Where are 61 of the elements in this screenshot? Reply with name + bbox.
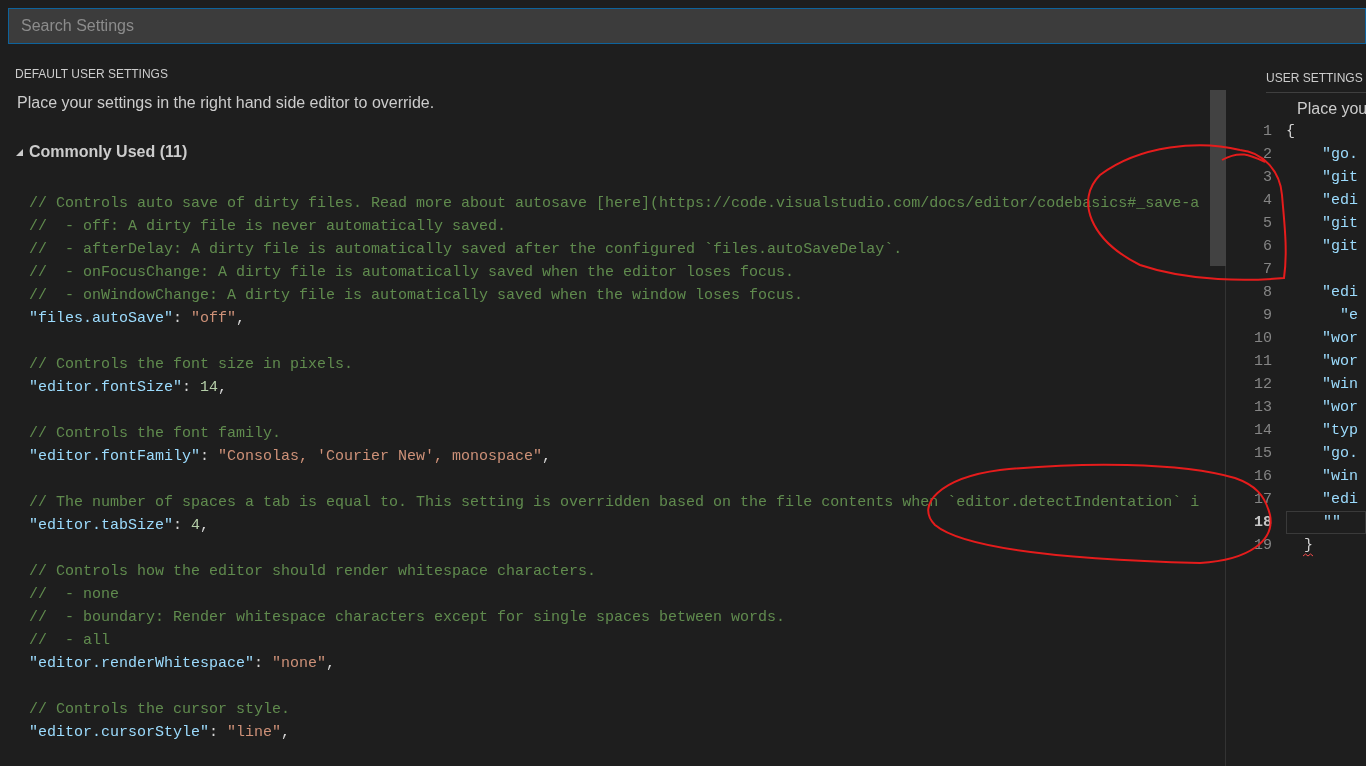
panel-description: Place you [1297, 99, 1366, 119]
line-number: 7 [1262, 260, 1272, 280]
search-field[interactable]: Search Settings [8, 8, 1366, 44]
error-squiggle-icon [1303, 553, 1313, 557]
line-number: 3 [1262, 168, 1272, 188]
editor-line: "edi [1322, 491, 1358, 508]
line-number: 13 [1253, 398, 1272, 418]
editor-line: "wor [1322, 399, 1358, 416]
code-comment: // Controls the font family. [29, 424, 282, 444]
editor-line: "typ [1322, 422, 1358, 439]
line-number: 12 [1253, 375, 1272, 395]
group-header[interactable]: Commonly Used (11) [16, 142, 188, 162]
editor-line: "go. [1322, 445, 1358, 462]
editor-line: "e [1340, 307, 1358, 324]
line-number: 5 [1262, 214, 1272, 234]
line-number: 14 [1253, 421, 1272, 441]
code-comment: // - onFocusChange: A dirty file is automatically saved when the editor loses focus. [29, 263, 795, 283]
code-comment: // - all [29, 631, 110, 651]
setting-line: "editor.fontSize": 14, [29, 378, 228, 398]
panel-title: DEFAULT USER SETTINGS [15, 66, 168, 82]
panel-description: Place your settings in the right hand side editor to override. [17, 93, 435, 113]
editor-line: "git [1322, 238, 1358, 255]
setting-line: "editor.cursorStyle": "line", [29, 723, 291, 743]
line-number: 16 [1253, 467, 1272, 487]
setting-line: "editor.tabSize": 4, [29, 516, 210, 536]
editor-line: } [1304, 537, 1313, 554]
editor-line: "win [1322, 468, 1358, 485]
code-comment: // Controls the font size in pixels. [29, 355, 354, 375]
code-comment: // Controls how the editor should render whitespace characters. [29, 562, 597, 582]
code-comment: // - onWindowChange: A dirty file is automatically saved when the window loses focus. [29, 286, 804, 306]
editor-line: "wor [1322, 330, 1358, 347]
line-number: 2 [1262, 145, 1272, 165]
editor-line: "win [1322, 376, 1358, 393]
editor-line: "git [1322, 169, 1358, 186]
line-number: 8 [1262, 283, 1272, 303]
editor-line: "edi [1322, 284, 1358, 301]
code-comment: // - boundary: Render whitespace characters except for single spaces between words. [29, 608, 786, 628]
expand-triangle-icon [16, 148, 23, 156]
editor-line: "go. [1322, 146, 1358, 163]
line-number: 4 [1262, 191, 1272, 211]
editor-line: "wor [1322, 353, 1358, 370]
line-number: 10 [1253, 329, 1272, 349]
panel-title: USER SETTINGS [1266, 70, 1363, 86]
code-comment: // - afterDelay: A dirty file is automatically saved after the configured `files.autoSaveDelay`. [29, 240, 903, 260]
line-number: 1 [1262, 122, 1272, 142]
code-comment: // - none [29, 585, 119, 605]
scrollbar-thumb[interactable] [1210, 90, 1226, 266]
line-number: 11 [1253, 352, 1272, 372]
line-number: 15 [1253, 444, 1272, 464]
editor-line: { [1286, 123, 1295, 140]
search-input[interactable]: Search Settings [21, 14, 1365, 38]
editor-line: "git [1322, 215, 1358, 232]
line-number: 9 [1262, 306, 1272, 326]
editor-line: "edi [1322, 192, 1358, 209]
line-number: 6 [1262, 237, 1272, 257]
setting-line: "editor.fontFamily": "Consolas, 'Courier New', monospace", [29, 447, 552, 467]
code-comment: // - off: A dirty file is never automatically saved. [29, 217, 507, 237]
editor-line: "" [1323, 514, 1341, 531]
setting-line: "files.autoSave": "off", [29, 309, 246, 329]
code-comment: // Controls the cursor style. [29, 700, 291, 720]
setting-line: "editor.renderWhitespace": "none", [29, 654, 336, 674]
